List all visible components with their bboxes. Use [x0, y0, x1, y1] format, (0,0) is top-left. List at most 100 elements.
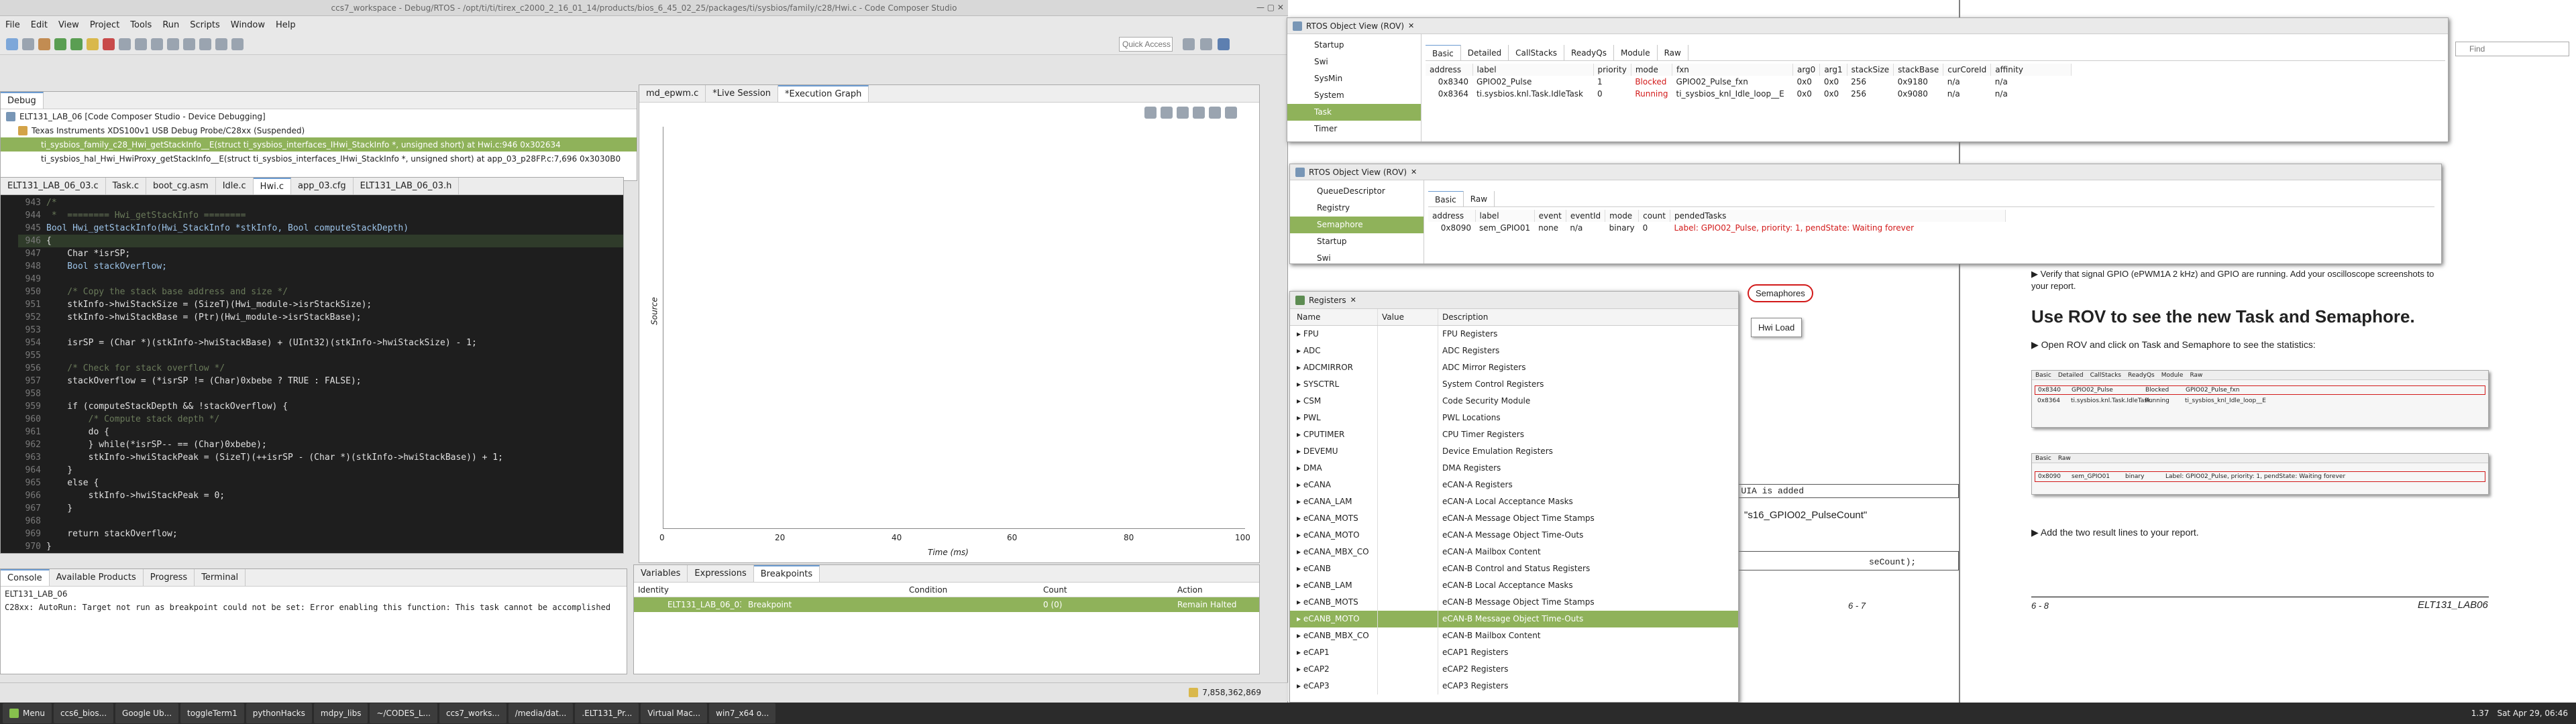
home-icon[interactable]	[1209, 107, 1221, 119]
register-row[interactable]: ▸ eCANA_MOTO eCAN-A Message Object Time-O…	[1290, 527, 1738, 544]
expand-arrow-icon[interactable]: ▸	[1297, 564, 1303, 573]
zoom-fit-icon[interactable]	[1177, 107, 1189, 119]
rov-tab-raw[interactable]: Raw	[1658, 45, 1688, 60]
expand-arrow-icon[interactable]: ▸	[1297, 597, 1303, 607]
expand-arrow-icon[interactable]: ▸	[1297, 463, 1303, 473]
terminate-icon[interactable]	[103, 38, 115, 50]
rov-sem-tab-raw[interactable]: Raw	[1464, 191, 1495, 206]
expand-arrow-icon[interactable]: ▸	[1297, 514, 1303, 523]
rov-tree-registry[interactable]: Registry	[1290, 200, 1424, 217]
tab-idle-c[interactable]: Idle.c	[216, 178, 254, 194]
perspective-ccs-icon[interactable]	[1218, 38, 1230, 50]
debug-item-frame-selected[interactable]: ti_sysbios_family_c28_Hwi_getStackInfo__…	[1, 137, 637, 152]
menu-view[interactable]: View	[58, 20, 79, 30]
tab-available-products[interactable]: Available Products	[50, 569, 144, 586]
expand-arrow-icon[interactable]: ▸	[1297, 413, 1303, 422]
perspective-debug-icon[interactable]	[1200, 38, 1212, 50]
register-row[interactable]: ▸ eCANB_MOTS eCAN-B Message Object Time S…	[1290, 594, 1738, 611]
find-input[interactable]	[2455, 42, 2569, 56]
close-icon[interactable]: ✕	[1408, 21, 1414, 30]
start-menu-button[interactable]: Menu	[3, 703, 52, 723]
rov-tree-startup[interactable]: Startup	[1287, 37, 1421, 54]
step-return-icon[interactable]	[151, 38, 163, 50]
register-row[interactable]: ▸ ADCMIRROR ADC Mirror Registers	[1290, 359, 1738, 376]
bp-row[interactable]: ELT131_LAB_06_03.c, line Breakpoint 0 (0…	[634, 597, 1259, 612]
expand-arrow-icon[interactable]: ▸	[1297, 480, 1303, 489]
register-row[interactable]: ▸ eCAP3 eCAP3 Registers	[1290, 678, 1738, 695]
forward-icon[interactable]	[231, 38, 244, 50]
menu-run[interactable]: Run	[162, 20, 179, 30]
register-row[interactable]: ▸ eCAP2 eCAP2 Registers	[1290, 661, 1738, 678]
register-row[interactable]: ▸ eCANA_LAM eCAN-A Local Acceptance Masks	[1290, 493, 1738, 510]
rov-tree-semaphore[interactable]: Semaphore	[1290, 217, 1424, 233]
register-row[interactable]: ▸ CPUTIMER CPU Timer Registers	[1290, 426, 1738, 443]
rov-tree-timer[interactable]: Timer	[1287, 121, 1421, 137]
taskbar-app-button[interactable]: pythonHacks	[246, 703, 312, 723]
tab-execution-graph[interactable]: *Execution Graph	[778, 85, 869, 102]
rov-tab-detailed[interactable]: Detailed	[1461, 45, 1509, 60]
taskbar-app-button[interactable]: ccs6_bios...	[53, 703, 114, 723]
restart-icon[interactable]	[183, 38, 195, 50]
taskbar-app-button[interactable]: win7_x64 o...	[709, 703, 776, 723]
menu-tools[interactable]: Tools	[130, 20, 152, 30]
rov-tree-swi[interactable]: Swi	[1287, 54, 1421, 70]
close-icon[interactable]: ✕	[1350, 296, 1356, 304]
tab-terminal[interactable]: Terminal	[195, 569, 246, 586]
tab-task-c[interactable]: Task.c	[106, 178, 146, 194]
taskbar-app-button[interactable]: ccs7_works...	[439, 703, 506, 723]
rov-tree-startup[interactable]: Startup	[1290, 233, 1424, 250]
debug-item-frame[interactable]: ti_sysbios_hal_Hwi_HwiProxy_getStackInfo…	[1, 152, 637, 166]
tab-hwi-c[interactable]: Hwi.c	[253, 178, 291, 194]
expand-arrow-icon[interactable]: ▸	[1297, 446, 1303, 456]
register-row[interactable]: ▸ eCANA eCAN-A Registers	[1290, 477, 1738, 493]
search-icon[interactable]	[199, 38, 211, 50]
tab-elt131-h[interactable]: ELT131_LAB_06_03.h	[354, 178, 460, 194]
taskbar-app-button[interactable]: mdpy_libs	[313, 703, 368, 723]
taskbar-app-button[interactable]: Google Ub...	[115, 703, 179, 723]
suspend-icon[interactable]	[87, 38, 99, 50]
menu-window[interactable]: Window	[231, 20, 265, 30]
expand-arrow-icon[interactable]: ▸	[1297, 547, 1303, 556]
tab-app-cfg[interactable]: app_03.cfg	[291, 178, 354, 194]
save-icon[interactable]	[22, 38, 34, 50]
register-row[interactable]: ▸ PWL PWL Locations	[1290, 410, 1738, 426]
rov-tree-task[interactable]: Task	[1287, 104, 1421, 121]
rov-tab-readyqs[interactable]: ReadyQs	[1564, 45, 1614, 60]
registers-list[interactable]: ▸ FPU FPU Registers ▸ ADC ADC Registers ▸ AD…	[1290, 326, 1738, 695]
register-row[interactable]: ▸ DEVEMU Device Emulation Registers	[1290, 443, 1738, 460]
register-row[interactable]: ▸ eCANB_MOTO eCAN-B Message Object Time-O…	[1290, 611, 1738, 627]
tab-live-session[interactable]: *Live Session	[706, 85, 779, 102]
measure-icon[interactable]	[1193, 107, 1205, 119]
expand-arrow-icon[interactable]: ▸	[1297, 497, 1303, 506]
expand-arrow-icon[interactable]: ▸	[1297, 396, 1303, 406]
taskbar-app-button[interactable]: ~/CODES_L...	[370, 703, 437, 723]
menu-scripts[interactable]: Scripts	[190, 20, 219, 30]
expand-arrow-icon[interactable]: ▸	[1297, 614, 1303, 623]
back-icon[interactable]	[215, 38, 227, 50]
rov-sem-row[interactable]: 0x8090 sem_GPIO01 none n/a binary 0 Labe…	[1428, 222, 2005, 234]
register-row[interactable]: ▸ eCANA_MBX_CO eCAN-A Mailbox Content	[1290, 544, 1738, 560]
tab-elt131-lab[interactable]: ELT131_LAB_06_03.c	[1, 178, 106, 194]
tab-console[interactable]: Console	[1, 569, 50, 586]
window-controls[interactable]: — ▢ ✕	[1256, 3, 1284, 12]
code-area[interactable]: 943/* 944 * ======== Hwi_getStackInfo ===…	[1, 195, 623, 550]
tab-progress[interactable]: Progress	[144, 569, 195, 586]
taskbar-app-button[interactable]: Virtual Mac...	[641, 703, 708, 723]
rov-tab-module[interactable]: Module	[1614, 45, 1658, 60]
step-over-icon[interactable]	[135, 38, 147, 50]
expand-arrow-icon[interactable]: ▸	[1297, 329, 1303, 339]
zoom-out-icon[interactable]	[1161, 107, 1173, 119]
resume-icon[interactable]	[70, 38, 83, 50]
register-row[interactable]: ▸ eCAP1 eCAP1 Registers	[1290, 644, 1738, 661]
expand-arrow-icon[interactable]: ▸	[1297, 530, 1303, 540]
menu-file[interactable]: File	[5, 20, 20, 30]
taskbar-clock[interactable]: Sat Apr 29, 06:46	[2497, 709, 2568, 718]
tab-variables[interactable]: Variables	[634, 565, 688, 582]
rov-task-row-gpio02[interactable]: 0x8340 GPIO02_Pulse 1 Blocked GPIO02_Pul…	[1426, 76, 2072, 88]
register-row[interactable]: ▸ eCANB_MBX_CO eCAN-B Mailbox Content	[1290, 627, 1738, 644]
taskbar-app-button[interactable]: /media/dat...	[508, 703, 574, 723]
expand-arrow-icon[interactable]: ▸	[1297, 379, 1303, 389]
register-row[interactable]: ▸ eCANB eCAN-B Control and Status Registe…	[1290, 560, 1738, 577]
tab-boot-cg[interactable]: boot_cg.asm	[146, 178, 216, 194]
rov-tree-swi[interactable]: Swi	[1290, 250, 1424, 263]
